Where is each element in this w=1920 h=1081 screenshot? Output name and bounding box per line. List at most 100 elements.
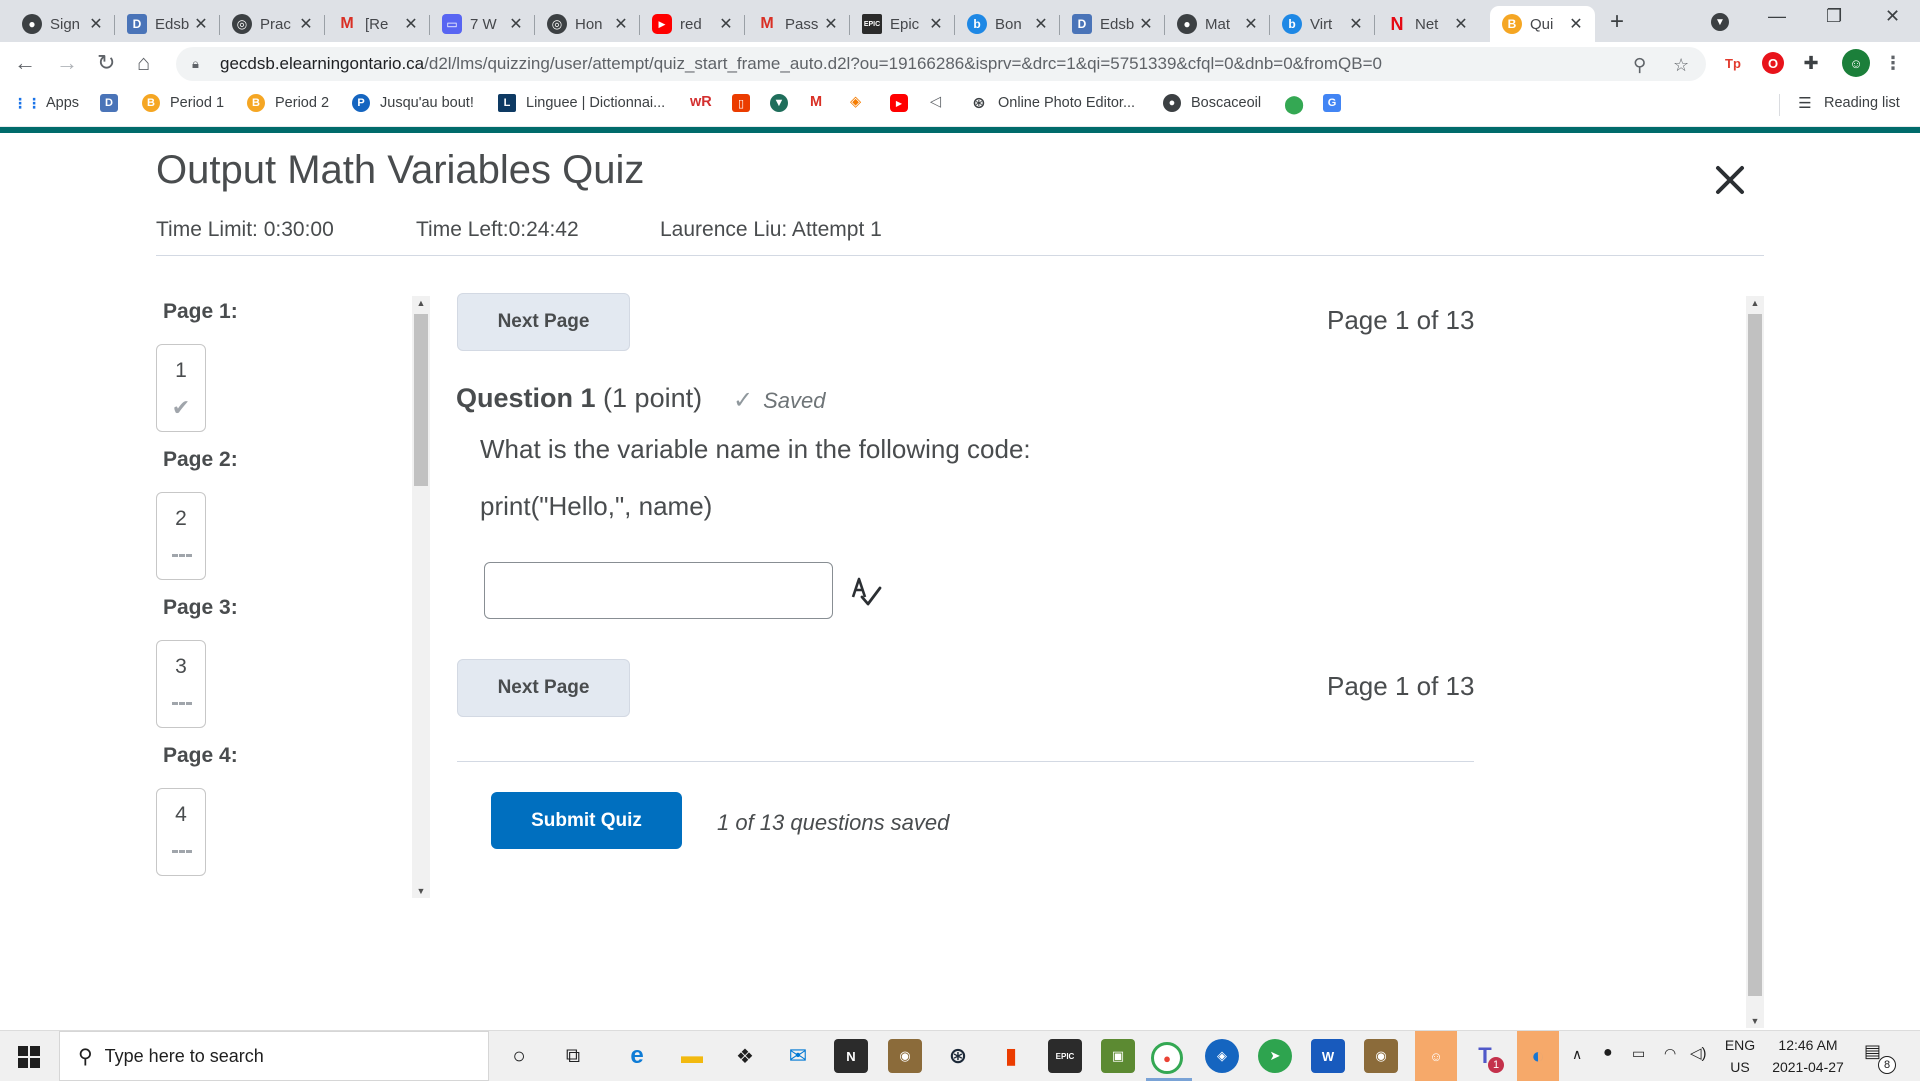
hearthstone-icon[interactable]: ◉	[1364, 1039, 1398, 1073]
url-text[interactable]: gecdsb.elearningontario.ca/d2l/lms/quizz…	[220, 54, 1382, 74]
page-3-button[interactable]: 3	[156, 640, 206, 728]
close-tab-icon[interactable]: ✕	[190, 14, 212, 34]
translate-icon[interactable]: G	[1323, 94, 1351, 112]
bookmark-jusquau-bout[interactable]: P Jusqu'au bout!	[352, 94, 474, 112]
close-tab-icon[interactable]: ✕	[1345, 14, 1367, 34]
back-icon[interactable]: ←	[14, 50, 36, 76]
close-tab-icon[interactable]: ✕	[1565, 14, 1587, 34]
send-icon[interactable]: ◁	[930, 94, 941, 110]
answer-input[interactable]	[484, 562, 833, 619]
minecraft-icon[interactable]: ▣	[1101, 1039, 1135, 1073]
scroll-up-arrow-icon[interactable]: ▲	[1746, 298, 1764, 308]
spellcheck-icon[interactable]	[849, 575, 883, 609]
bookmark-d2l[interactable]: D	[100, 94, 128, 112]
epic-games-icon[interactable]: EPIC	[1048, 1039, 1082, 1073]
scroll-down-arrow-icon[interactable]: ▼	[1746, 1016, 1764, 1026]
speaker-icon[interactable]: ◁)	[1690, 1044, 1707, 1062]
close-tab-icon[interactable]: ✕	[400, 14, 422, 34]
restore-icon[interactable]: ❐	[1826, 6, 1842, 27]
reading-list[interactable]: ☰ Reading list	[1796, 94, 1900, 112]
wr-icon[interactable]: wR	[690, 94, 712, 110]
home-icon[interactable]: ⌂	[137, 50, 150, 76]
page-nav-scrollbar[interactable]: ▲ ▼	[412, 296, 430, 898]
clock[interactable]: 12:46 AM 2021-04-27	[1768, 1037, 1848, 1075]
page-2-button[interactable]: 2	[156, 492, 206, 580]
discord-icon[interactable]: ☺	[1415, 1031, 1457, 1081]
opera-extension-icon[interactable]: O	[1762, 52, 1784, 74]
dropbox-icon[interactable]: ❖	[728, 1039, 762, 1073]
close-tab-icon[interactable]: ✕	[610, 14, 632, 34]
battery-icon[interactable]: ▭	[1632, 1045, 1645, 1062]
close-tab-icon[interactable]: ✕	[1450, 14, 1472, 34]
zoom-icon[interactable]: ⚲	[1633, 55, 1646, 76]
browser-tab[interactable]: D Edsb ✕	[115, 6, 220, 42]
close-tab-icon[interactable]: ✕	[1030, 14, 1052, 34]
scroll-down-arrow-icon[interactable]: ▼	[412, 886, 430, 896]
lock-icon[interactable]: 🔒︎	[192, 56, 206, 72]
shield-icon[interactable]: ▼	[770, 94, 798, 112]
next-page-button[interactable]: Next Page	[457, 293, 630, 351]
tp-extension-icon[interactable]: Tp	[1722, 52, 1744, 74]
wifi-icon[interactable]: ◠	[1664, 1045, 1676, 1062]
browser-tab[interactable]: D Edsb ✕	[1060, 6, 1165, 42]
microphone-icon[interactable]: ●	[1603, 1044, 1613, 1062]
browser-tab[interactable]: EPIC Epic ✕	[850, 6, 955, 42]
cortana-icon[interactable]: ○	[502, 1039, 536, 1073]
scrollbar-thumb[interactable]	[1748, 314, 1762, 996]
browser-tab-active[interactable]: B Qui ✕	[1490, 6, 1595, 42]
new-tab-button[interactable]: +	[1610, 8, 1624, 36]
next-page-button[interactable]: Next Page	[457, 659, 630, 717]
shield-app-icon[interactable]: ◐	[1517, 1031, 1559, 1081]
browser-tab[interactable]: ● Sign ✕	[10, 6, 115, 42]
browser-tab[interactable]: ◎ Hon ✕	[535, 6, 640, 42]
browser-tab[interactable]: ● Mat ✕	[1165, 6, 1270, 42]
submit-quiz-button[interactable]: Submit Quiz	[491, 792, 682, 849]
profile-avatar[interactable]: ☺	[1842, 49, 1870, 77]
tray-chevron-icon[interactable]: ∧	[1572, 1046, 1582, 1063]
browser-tab[interactable]: M [Re ✕	[325, 6, 430, 42]
minimize-icon[interactable]: —	[1768, 6, 1786, 27]
input-language[interactable]: ENG US	[1722, 1037, 1758, 1075]
bookmark-linguee[interactable]: L Linguee | Dictionnai...	[498, 94, 665, 112]
browser-tab[interactable]: ◎ Prac ✕	[220, 6, 325, 42]
browser-tab[interactable]: b Virt ✕	[1270, 6, 1375, 42]
close-tab-icon[interactable]: ✕	[820, 14, 842, 34]
notification-center-icon[interactable]: ▤	[1864, 1041, 1881, 1062]
tab-search-icon[interactable]: ▼	[1711, 13, 1729, 31]
gmail-icon[interactable]: M	[810, 94, 822, 110]
mail-icon[interactable]: ✉	[781, 1039, 815, 1073]
close-tab-icon[interactable]: ✕	[505, 14, 527, 34]
windows-start-icon[interactable]	[18, 1046, 40, 1068]
bookmark-boscaceoil[interactable]: ● Boscaceoil	[1163, 94, 1261, 112]
telegram-icon[interactable]: ➤	[1258, 1039, 1292, 1073]
close-tab-icon[interactable]: ✕	[85, 14, 107, 34]
close-icon[interactable]	[1712, 162, 1748, 198]
maps-pin-icon[interactable]: ⬤	[1284, 94, 1304, 115]
page-4-button[interactable]: 4	[156, 788, 206, 876]
edge-icon[interactable]: e	[620, 1039, 654, 1073]
office-icon[interactable]: ▮	[994, 1039, 1028, 1073]
scrollbar-thumb[interactable]	[414, 314, 428, 486]
chrome-icon[interactable]: ●	[1151, 1042, 1183, 1074]
reload-icon[interactable]: ↻	[97, 50, 115, 76]
bookmark-apps[interactable]: ⋮⋮ Apps	[13, 94, 79, 112]
close-tab-icon[interactable]: ✕	[1135, 14, 1157, 34]
taskbar-search-input[interactable]: ⚲ Type here to search	[59, 1031, 489, 1081]
close-tab-icon[interactable]: ✕	[925, 14, 947, 34]
menu-kebab-icon[interactable]: ⋮	[1882, 52, 1904, 74]
duolingo-icon[interactable]: ◈	[850, 94, 861, 110]
steam-icon[interactable]: ⊛	[941, 1039, 975, 1073]
browser-tab[interactable]: b Bon ✕	[955, 6, 1060, 42]
browser-tab[interactable]: ▭ 7 W ✕	[430, 6, 535, 42]
bookmark-photo-editor[interactable]: ⊛ Online Photo Editor...	[970, 94, 1135, 112]
scroll-up-arrow-icon[interactable]: ▲	[412, 298, 430, 308]
extensions-puzzle-icon[interactable]: ✚	[1800, 52, 1822, 74]
bookmark-star-icon[interactable]: ☆	[1673, 55, 1689, 76]
bookmark-period-2[interactable]: B Period 2	[247, 94, 329, 112]
content-scrollbar[interactable]: ▲ ▼	[1746, 296, 1764, 1028]
close-tab-icon[interactable]: ✕	[1240, 14, 1262, 34]
notion-icon[interactable]: N	[834, 1039, 868, 1073]
close-tab-icon[interactable]: ✕	[295, 14, 317, 34]
close-window-icon[interactable]: ✕	[1885, 6, 1900, 27]
forward-icon[interactable]: →	[56, 50, 78, 76]
